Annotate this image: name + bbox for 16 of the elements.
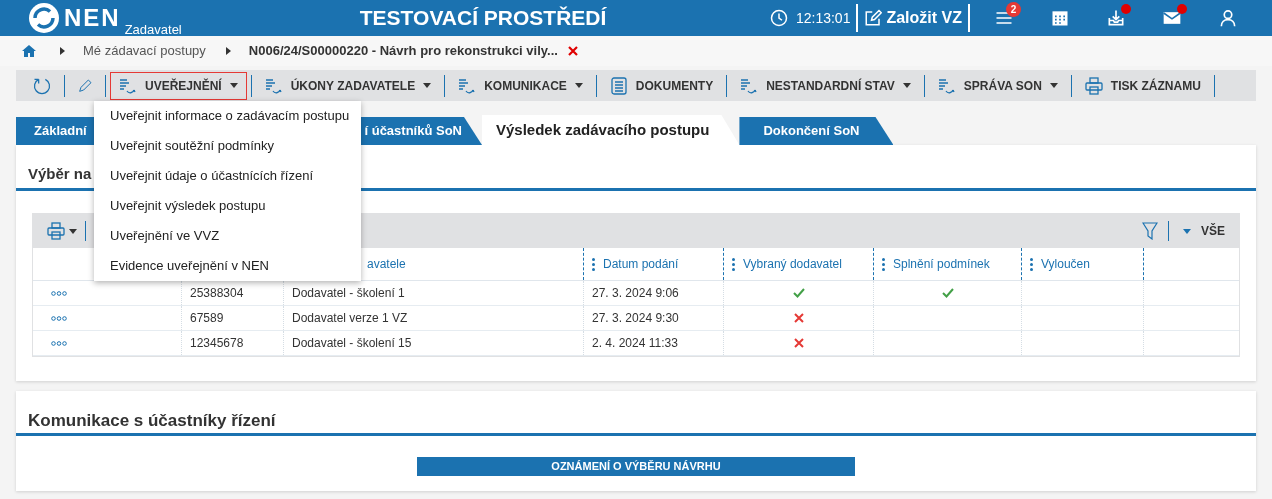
- table-cell-text: 67589: [190, 310, 224, 327]
- table-cell-text: Dodavatel - školení 1: [292, 285, 405, 302]
- section-title: Výběr na: [28, 164, 92, 184]
- section-title: Komunikace s účastníky řízení: [27, 410, 277, 432]
- table-cell-text: Dodavatel verze 1 VZ: [292, 310, 408, 327]
- logo-subtitle: Zadavatel: [124, 23, 182, 36]
- table-cell-text: Dodavatel - školení 15: [292, 335, 412, 352]
- notification-badge: 2: [1006, 2, 1021, 17]
- logo-text: NEN: [64, 6, 121, 30]
- environment-title: TESTOVACÍ PROSTŘEDÍ: [359, 5, 607, 32]
- table-cell-text: 2. 4. 2024 11:33: [592, 335, 678, 352]
- table-cell-text: 27. 3. 2024 9:30: [592, 310, 679, 327]
- clock-time: 12:13:01: [795, 8, 851, 28]
- table-cell-text: 12345678: [190, 335, 244, 352]
- table-cell-text: 25388304: [190, 285, 244, 302]
- table-cell-text: 27. 3. 2024 9:06: [592, 285, 679, 302]
